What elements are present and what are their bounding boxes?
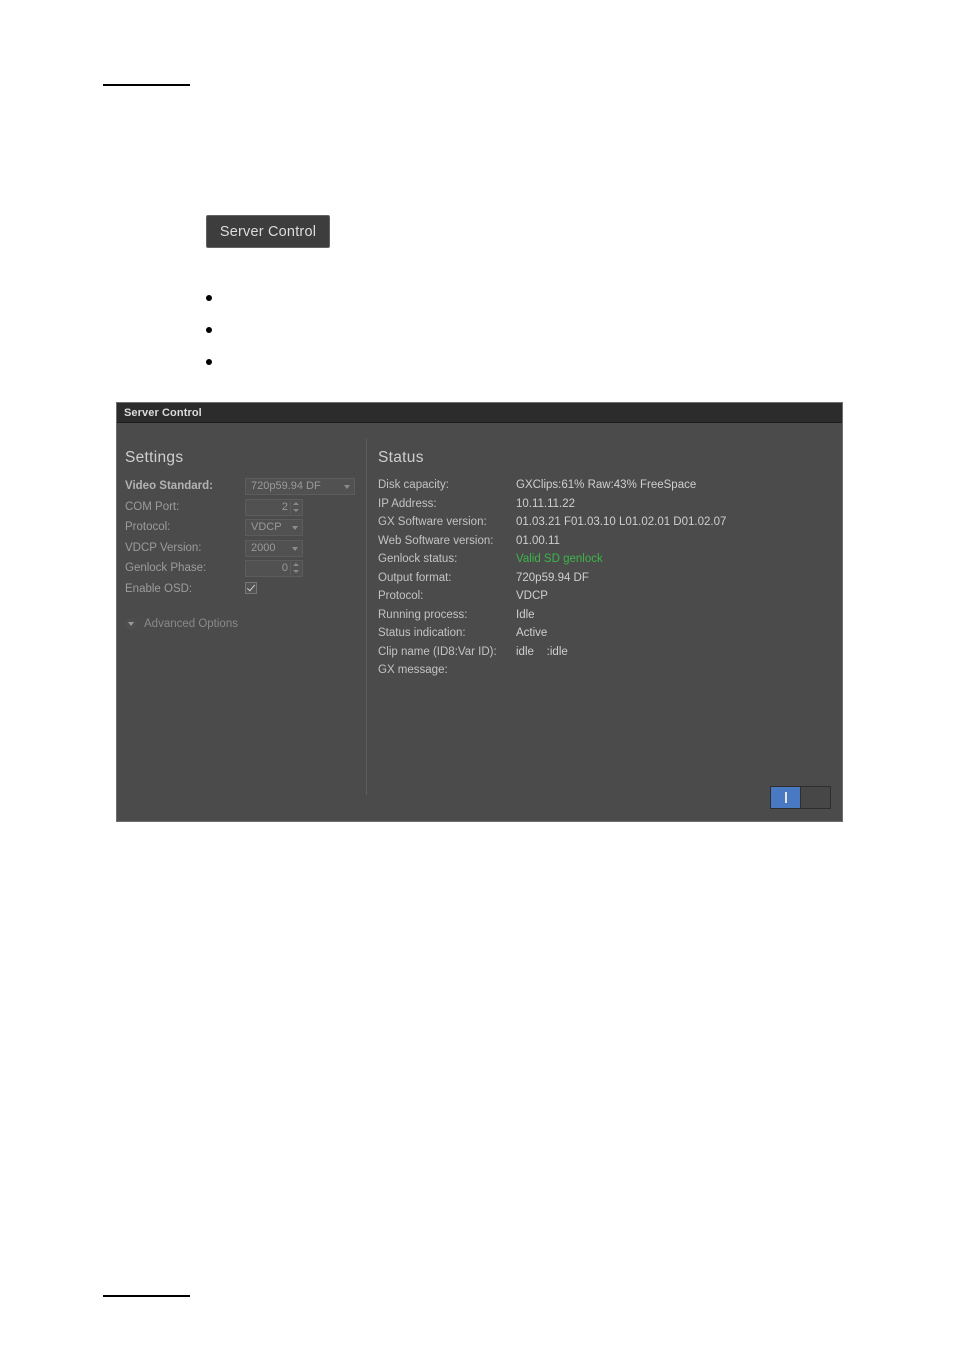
status-value-gx-software-version: 01.03.21 F01.03.10 L01.02.01 D01.02.07 xyxy=(516,516,727,528)
setting-label-com-port: COM Port: xyxy=(125,500,180,513)
genlock-phase-value: 0 xyxy=(281,562,288,574)
com-port-value: 2 xyxy=(281,500,288,513)
setting-label-enable-osd: Enable OSD: xyxy=(125,582,193,595)
power-on-button[interactable] xyxy=(771,787,801,808)
com-port-stepper[interactable]: 2 xyxy=(245,498,303,516)
status-value-clip-name: idle :idle xyxy=(516,645,568,658)
status-label-output-format: Output format: xyxy=(378,571,452,584)
setting-label-vdcp-version: VDCP Version: xyxy=(125,541,202,554)
status-label-ip-address: IP Address: xyxy=(378,497,437,510)
bullet-list xyxy=(190,282,670,378)
panel-body: Settings Status Video Standard: 720p59.9… xyxy=(117,423,842,821)
enable-osd-checkbox[interactable] xyxy=(245,581,257,594)
status-label-gx-message: GX message: xyxy=(378,664,448,676)
protocol-value: VDCP xyxy=(251,521,282,533)
setting-label-protocol: Protocol: xyxy=(125,521,171,533)
setting-row-genlock-phase: Genlock Phase: 0 xyxy=(125,560,357,581)
status-label-status-indication: Status indication: xyxy=(378,627,466,639)
setting-row-com-port: COM Port: 2 xyxy=(125,498,357,520)
panel-titlebar: Server Control xyxy=(117,403,842,423)
server-control-chip-button[interactable]: Server Control xyxy=(206,215,330,248)
status-label-running-process: Running process: xyxy=(378,608,468,621)
status-value-web-software-version: 01.00.11 xyxy=(516,534,560,547)
status-row-ip-address: IP Address: 10.11.11.22 xyxy=(378,498,828,517)
chevron-down-icon xyxy=(292,546,298,551)
vdcp-version-dropdown[interactable]: 2000 xyxy=(245,539,303,557)
server-control-panel: Server Control Settings Status Video Sta… xyxy=(116,402,843,822)
advanced-options-toggle[interactable]: Advanced Options xyxy=(125,618,238,630)
status-value-disk-capacity: GXClips:61% Raw:43% FreeSpace xyxy=(516,479,697,491)
list-item xyxy=(190,346,670,378)
vdcp-version-value: 2000 xyxy=(251,541,276,554)
status-row-protocol: Protocol: VDCP xyxy=(378,590,828,609)
server-control-chip-label: Server Control xyxy=(219,223,317,240)
status-label-disk-capacity: Disk capacity: xyxy=(378,479,449,491)
status-value-output-format: 720p59.94 DF xyxy=(516,571,589,584)
status-row-genlock-status: Genlock status: Valid SD genlock xyxy=(378,553,828,572)
chevron-down-icon xyxy=(292,526,298,530)
genlock-phase-stepper[interactable]: 0 xyxy=(245,560,303,577)
status-value-genlock-status: Valid SD genlock xyxy=(516,553,603,565)
panel-title: Server Control xyxy=(124,406,202,419)
advanced-options-label: Advanced Options xyxy=(144,618,238,630)
top-horizontal-rule xyxy=(103,84,190,86)
protocol-dropdown[interactable]: VDCP xyxy=(245,519,303,536)
status-label-genlock-status: Genlock status: xyxy=(378,553,458,565)
status-value-protocol: VDCP xyxy=(516,590,548,602)
settings-heading: Settings xyxy=(125,449,184,466)
status-value-ip-address: 10.11.11.22 xyxy=(516,497,576,510)
list-item xyxy=(190,314,670,346)
status-value-status-indication: Active xyxy=(516,627,548,639)
status-label-clip-name: Clip name (ID8:Var ID): xyxy=(378,645,497,658)
status-row-gx-message: GX message: xyxy=(378,664,828,683)
status-row-output-format: Output format: 720p59.94 DF xyxy=(378,572,828,591)
chevron-down-icon xyxy=(344,485,350,489)
status-label-protocol: Protocol: xyxy=(378,590,424,602)
setting-row-protocol: Protocol: VDCP xyxy=(125,519,357,540)
setting-label-video-standard: Video Standard: xyxy=(125,480,213,492)
chevron-down-icon xyxy=(125,618,137,630)
status-row-web-software-version: Web Software version: 01.00.11 xyxy=(378,535,828,554)
list-item xyxy=(190,282,670,314)
bottom-horizontal-rule xyxy=(103,1295,190,1297)
setting-label-genlock-phase: Genlock Phase: xyxy=(125,562,207,574)
power-off-button[interactable] xyxy=(801,787,830,808)
setting-row-vdcp-version: VDCP Version: 2000 xyxy=(125,539,357,561)
status-label-gx-software-version: GX Software version: xyxy=(378,516,487,528)
status-row-disk-capacity: Disk capacity: GXClips:61% Raw:43% FreeS… xyxy=(378,479,828,498)
status-column: Disk capacity: GXClips:61% Raw:43% FreeS… xyxy=(378,479,828,683)
status-row-clip-name: Clip name (ID8:Var ID): idle :idle xyxy=(378,646,828,665)
status-value-running-process: Idle xyxy=(516,608,535,621)
video-standard-value: 720p59.94 DF xyxy=(251,480,321,492)
status-label-web-software-version: Web Software version: xyxy=(378,534,494,547)
status-row-gx-software-version: GX Software version: 01.03.21 F01.03.10 … xyxy=(378,516,828,535)
stepper-arrows-icon[interactable] xyxy=(290,500,301,514)
status-heading: Status xyxy=(378,449,424,466)
settings-column: Video Standard: 720p59.94 DF COM Port: 2… xyxy=(125,478,357,601)
stepper-arrows-icon[interactable] xyxy=(290,562,301,575)
status-row-running-process: Running process: Idle xyxy=(378,609,828,628)
status-row-status-indication: Status indication: Active xyxy=(378,627,828,646)
power-toggle[interactable] xyxy=(770,786,831,809)
setting-row-enable-osd: Enable OSD: xyxy=(125,581,357,602)
setting-row-video-standard: Video Standard: 720p59.94 DF xyxy=(125,478,357,499)
video-standard-dropdown[interactable]: 720p59.94 DF xyxy=(245,478,355,495)
column-divider xyxy=(366,439,367,795)
